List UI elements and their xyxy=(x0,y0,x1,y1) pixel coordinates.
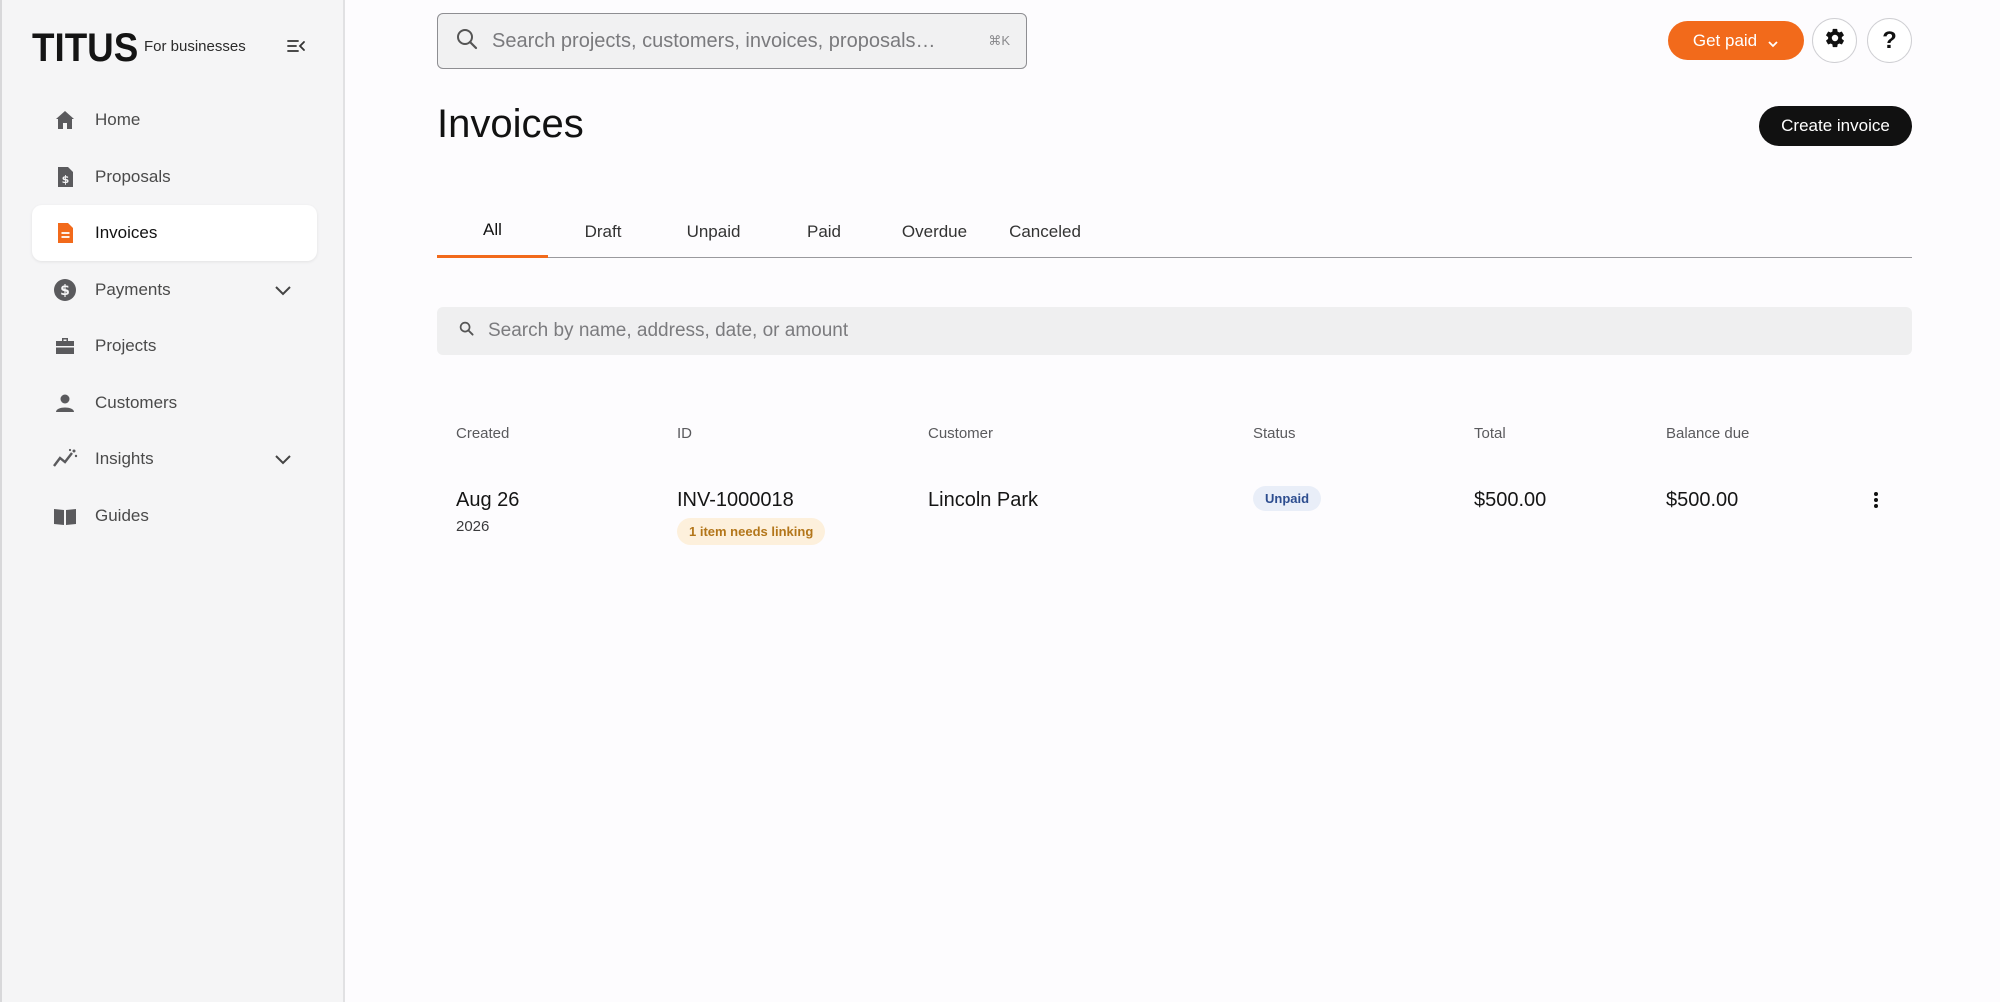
sidebar-item-customers[interactable]: Customers xyxy=(32,375,317,431)
id-cell: INV-1000018 1 item needs linking xyxy=(677,489,826,545)
balance-due-amount: $500.00 xyxy=(1666,489,1739,511)
sidebar-item-invoices[interactable]: Invoices xyxy=(32,205,317,261)
created-date: Aug 26 xyxy=(456,489,520,511)
status-badge: Unpaid xyxy=(1253,486,1322,511)
sidebar-item-label: Payments xyxy=(95,279,171,299)
chevron-down-icon[interactable] xyxy=(273,280,293,300)
proposal-dollar-doc-icon: $ xyxy=(52,164,78,190)
status-cell: Unpaid xyxy=(1253,486,1322,511)
help-button[interactable]: ? xyxy=(1867,18,1912,63)
dollar-circle-icon: $ xyxy=(52,277,78,303)
tab-unpaid[interactable]: Unpaid xyxy=(658,205,769,258)
tab-canceled[interactable]: Canceled xyxy=(990,205,1100,258)
trend-line-icon xyxy=(52,446,78,472)
total-amount: $500.00 xyxy=(1474,489,1547,511)
sidebar-item-insights[interactable]: Insights xyxy=(32,431,317,487)
sidebar: TITUS For businesses Home $ Proposals In… xyxy=(0,0,345,1002)
svg-text:$: $ xyxy=(62,173,70,186)
sidebar-item-payments[interactable]: $ Payments xyxy=(32,262,317,318)
titus-logo[interactable]: TITUS xyxy=(32,28,138,68)
sidebar-item-label: Guides xyxy=(95,505,149,525)
create-invoice-button[interactable]: Create invoice xyxy=(1759,106,1912,146)
sidebar-item-projects[interactable]: Projects xyxy=(32,318,317,374)
invoice-id[interactable]: INV-1000018 xyxy=(677,489,825,512)
invoice-status-tabs: All Draft Unpaid Paid Overdue Canceled xyxy=(437,205,1912,258)
get-paid-label: Get paid xyxy=(1692,30,1758,50)
brand-tagline: For businesses xyxy=(144,38,246,55)
tab-draft[interactable]: Draft xyxy=(548,205,658,258)
search-icon xyxy=(459,321,474,341)
help-icon: ? xyxy=(1882,26,1897,54)
sidebar-item-label: Projects xyxy=(95,336,157,355)
briefcase-icon xyxy=(52,333,78,359)
home-icon xyxy=(52,107,78,133)
invoice-search-input[interactable] xyxy=(488,320,1788,342)
tab-all[interactable]: All xyxy=(437,205,548,258)
page-title: Invoices xyxy=(437,102,584,146)
chevron-down-icon[interactable] xyxy=(273,449,293,469)
sidebar-item-label: Proposals xyxy=(95,166,171,186)
sidebar-item-label: Invoices xyxy=(95,223,158,242)
global-search-input[interactable] xyxy=(492,29,952,53)
invoice-doc-icon xyxy=(52,220,78,246)
brand: TITUS For businesses xyxy=(32,28,246,68)
search-shortcut-hint: ⌘K xyxy=(988,33,1010,48)
svg-text:$: $ xyxy=(60,283,70,299)
tab-paid[interactable]: Paid xyxy=(769,205,879,258)
customer-name[interactable]: Lincoln Park xyxy=(928,489,1038,512)
column-header-status[interactable]: Status xyxy=(1253,425,1296,442)
column-header-customer[interactable]: Customer xyxy=(928,425,993,442)
column-header-created[interactable]: Created xyxy=(456,425,509,442)
search-icon xyxy=(456,28,478,55)
column-header-id[interactable]: ID xyxy=(677,425,692,442)
more-options-icon[interactable] xyxy=(1866,488,1886,512)
created-year: 2026 xyxy=(456,518,490,535)
sidebar-item-home[interactable]: Home xyxy=(32,92,317,148)
tab-overdue[interactable]: Overdue xyxy=(879,205,990,258)
created-cell: Aug 26 2026 xyxy=(456,489,519,535)
sidebar-item-guides[interactable]: Guides xyxy=(32,488,317,544)
gear-icon xyxy=(1824,27,1846,54)
invoice-search[interactable] xyxy=(437,307,1912,355)
sidebar-nav: Home $ Proposals Invoices $ Payments Pro… xyxy=(32,92,317,544)
collapse-sidebar-icon[interactable] xyxy=(286,36,306,56)
person-icon xyxy=(52,390,78,416)
settings-button[interactable] xyxy=(1812,18,1857,63)
sidebar-item-label: Insights xyxy=(95,449,154,468)
needs-linking-badge[interactable]: 1 item needs linking xyxy=(677,518,826,545)
sidebar-item-proposals[interactable]: $ Proposals xyxy=(32,149,317,205)
chevron-down-icon xyxy=(1767,35,1779,47)
column-header-total[interactable]: Total xyxy=(1474,425,1506,442)
open-book-icon xyxy=(52,503,78,529)
column-header-balance-due[interactable]: Balance due xyxy=(1666,425,1749,442)
sidebar-item-label: Customers xyxy=(95,392,178,412)
get-paid-button[interactable]: Get paid xyxy=(1668,21,1804,60)
sidebar-item-label: Home xyxy=(95,110,141,129)
global-search[interactable]: ⌘K xyxy=(437,13,1027,69)
